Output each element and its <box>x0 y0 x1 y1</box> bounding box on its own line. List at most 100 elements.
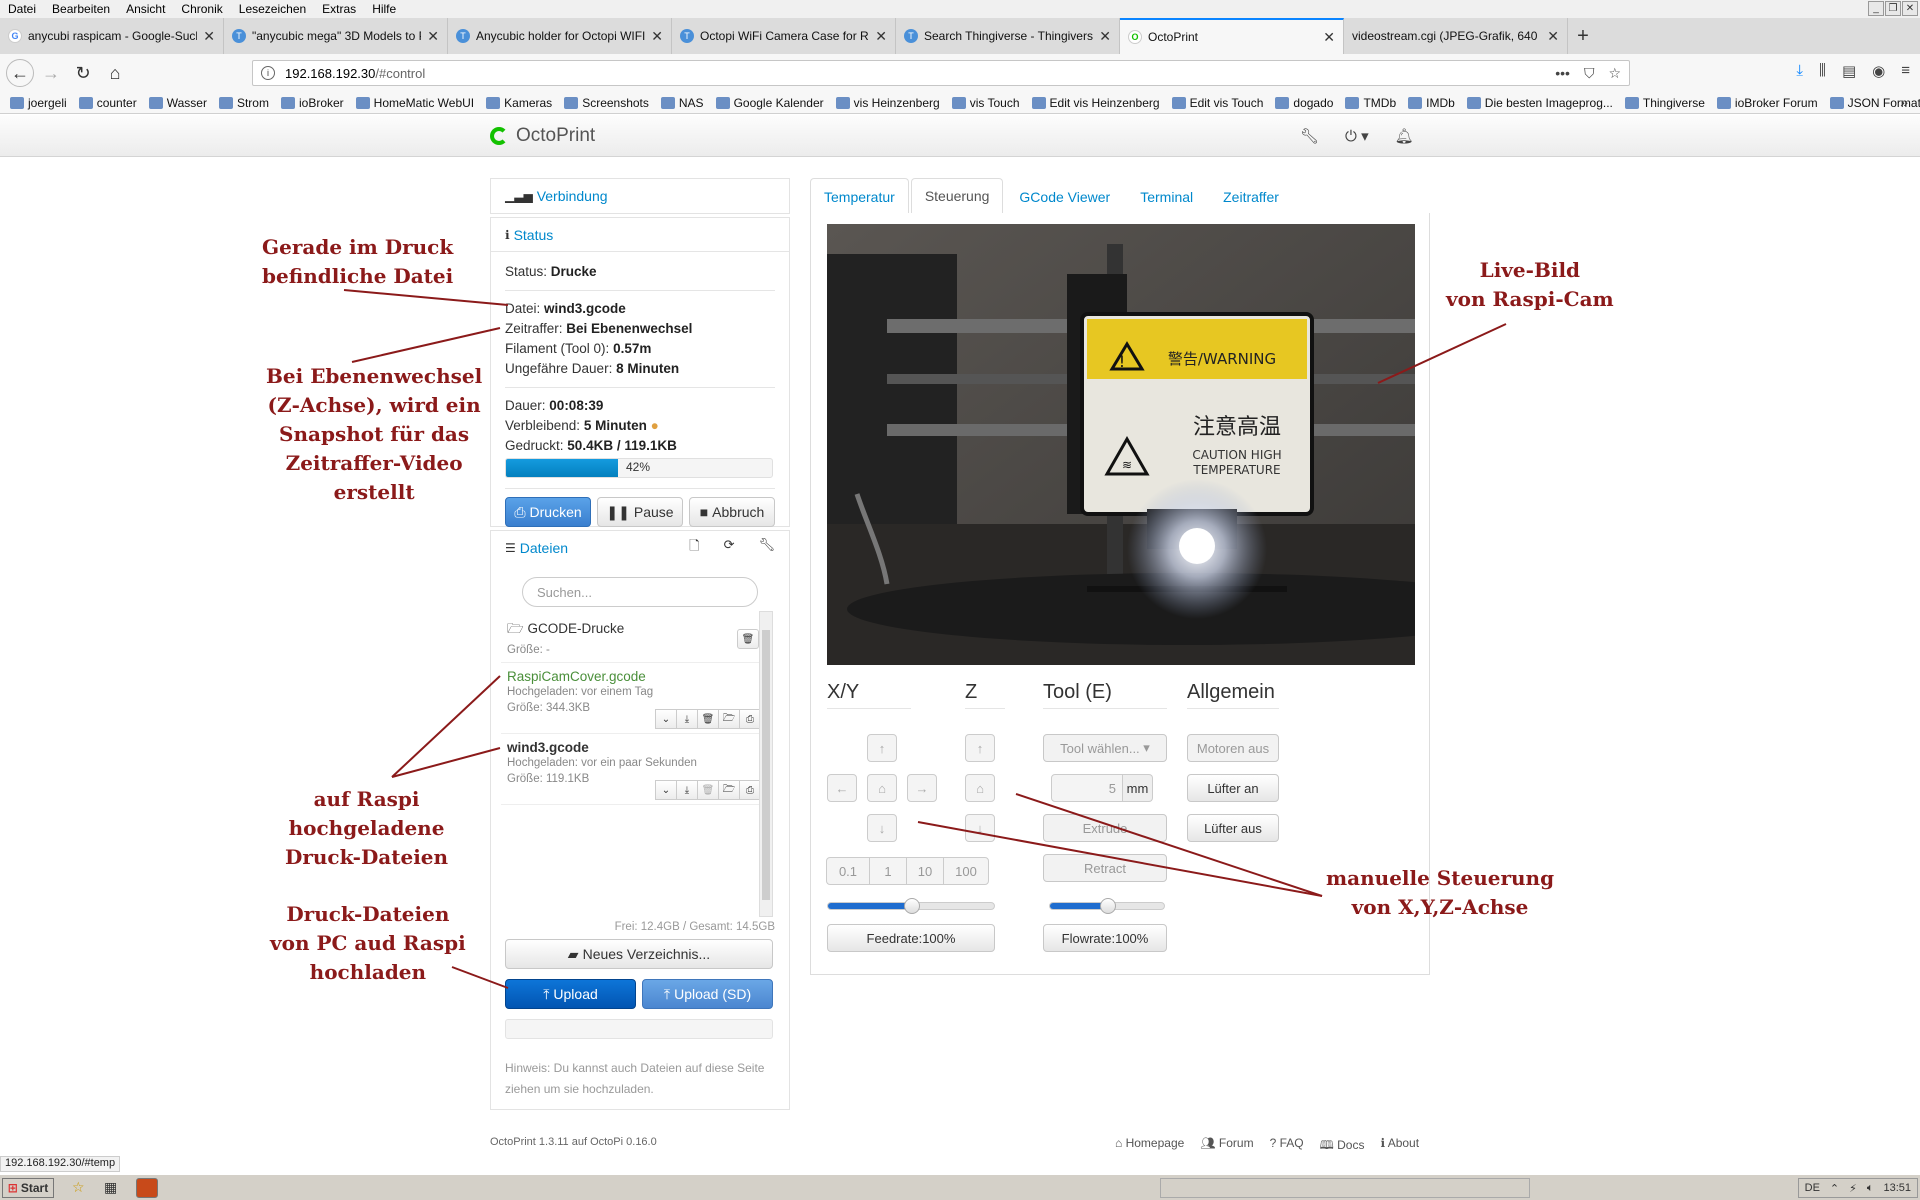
bookmark-item[interactable]: Edit vis Touch <box>1171 96 1263 110</box>
pause-button[interactable]: ❚❚ Pause <box>597 497 683 527</box>
jog-z-up-button[interactable]: ↑ <box>965 734 995 762</box>
bookmark-item[interactable]: Wasser <box>148 96 207 110</box>
download-icon[interactable]: ⤓ <box>1796 62 1803 80</box>
folder-item[interactable]: 🗁︎ GCODE-Drucke Größe: - 🗑︎ <box>501 613 765 663</box>
print-button[interactable]: ⎙ Drucken <box>505 497 591 527</box>
download-icon[interactable]: ⤓ <box>676 780 698 800</box>
firefox-taskbar-icon[interactable] <box>136 1178 158 1198</box>
language-indicator[interactable]: DE <box>1805 1182 1820 1194</box>
close-icon[interactable]: ✕ <box>1547 28 1559 45</box>
menu-view[interactable]: Ansicht <box>118 2 173 16</box>
sidebar-icon[interactable]: ▤ <box>1842 62 1856 80</box>
hamburger-menu-icon[interactable]: ≡ <box>1901 62 1910 80</box>
library-icon[interactable]: ⫼ <box>1819 62 1826 80</box>
tab-terminal[interactable]: Terminal <box>1126 178 1208 214</box>
bell-icon[interactable]: 🔔︎ <box>1395 127 1414 145</box>
file-item-wind3[interactable]: wind3.gcode Hochgeladen: vor ein paar Se… <box>501 734 765 805</box>
bookmark-item[interactable]: Edit vis Heinzenberg <box>1031 96 1160 110</box>
motors-off-button[interactable]: Motoren aus <box>1187 734 1279 762</box>
file-name[interactable]: wind3.gcode <box>507 740 759 755</box>
bookmark-item[interactable]: TMDb <box>1345 96 1396 110</box>
close-icon[interactable]: ✕ <box>1323 29 1335 46</box>
jog-x-left-button[interactable]: ← <box>827 774 857 802</box>
menu-tools[interactable]: Extras <box>314 2 364 16</box>
close-icon[interactable]: ✕ <box>203 28 215 45</box>
chevron-down-icon[interactable]: ⌄ <box>655 709 677 729</box>
feedrate-slider[interactable] <box>827 898 995 914</box>
step-0-1-button[interactable]: 0.1 <box>826 857 870 885</box>
tab-timelapse[interactable]: Zeitraffer <box>1209 178 1293 214</box>
menu-edit[interactable]: Bearbeiten <box>44 2 118 16</box>
extrude-amount-input[interactable]: 5 <box>1051 774 1123 802</box>
minimize-icon[interactable]: _ <box>1868 1 1884 16</box>
folder-open-icon[interactable]: 🗁︎ <box>718 709 740 729</box>
close-icon[interactable]: ✕ <box>875 28 887 45</box>
jog-x-right-button[interactable]: → <box>907 774 937 802</box>
connection-header[interactable]: ▁▃▅ Verbindung <box>491 179 789 213</box>
browser-tab-octoprint[interactable]: O OctoPrint ✕ <box>1120 18 1344 54</box>
restore-icon[interactable]: ❐ <box>1885 1 1901 16</box>
feedrate-button[interactable]: Feedrate:100% <box>827 924 995 952</box>
bookmark-item[interactable]: Google Kalender <box>715 96 824 110</box>
refresh-icon[interactable]: ⟳ <box>724 537 735 559</box>
menu-help[interactable]: Hilfe <box>364 2 404 16</box>
browser-tab-camera-case[interactable]: T Octopi WiFi Camera Case for Rasp ✕ <box>672 18 896 54</box>
new-folder-button[interactable]: ▰ Neues Verzeichnis... <box>505 939 773 969</box>
file-name[interactable]: RaspiCamCover.gcode <box>507 669 759 684</box>
feedrate-slider-handle[interactable] <box>904 898 920 914</box>
step-10-button[interactable]: 10 <box>906 857 944 885</box>
status-link[interactable]: Status <box>514 227 554 243</box>
close-icon[interactable]: ✕ <box>1099 28 1111 45</box>
home-z-button[interactable]: ⌂ <box>965 774 995 802</box>
fan-off-button[interactable]: Lüfter aus <box>1187 814 1279 842</box>
file-list-scrollbar[interactable] <box>759 611 773 917</box>
cancel-button[interactable]: ■ Abbruch <box>689 497 775 527</box>
bookmark-item[interactable]: NAS <box>660 96 704 110</box>
bookmark-item[interactable]: dogado <box>1275 96 1333 110</box>
browser-tab-search-thingiverse[interactable]: T Search Thingiverse - Thingiverse ✕ <box>896 18 1120 54</box>
info-icon[interactable]: i <box>261 66 275 80</box>
bookmark-item[interactable]: Die besten Imageprog... <box>1466 96 1613 110</box>
extrude-button[interactable]: Extrude <box>1043 814 1167 842</box>
step-100-button[interactable]: 100 <box>943 857 989 885</box>
connection-link[interactable]: Verbindung <box>537 188 608 204</box>
menu-bookmarks[interactable]: Lesezeichen <box>231 2 314 16</box>
power-icon[interactable]: ⏻ ▾ <box>1345 127 1369 145</box>
upload-sd-button[interactable]: ⤒ Upload (SD) <box>642 979 773 1009</box>
quicklaunch-app-icon[interactable]: ▦ <box>104 1179 117 1196</box>
bookmark-item[interactable]: vis Heinzenberg <box>835 96 940 110</box>
bookmark-item[interactable]: Kameras <box>486 96 552 110</box>
bookmark-item[interactable]: vis Touch <box>951 96 1020 110</box>
download-icon[interactable]: ⤓ <box>676 709 698 729</box>
address-bar[interactable]: i 192.168.192.30/#control ••• ⛉ ☆ <box>252 60 1630 86</box>
jog-z-down-button[interactable]: ↓ <box>965 814 995 842</box>
bookmark-item[interactable]: joergeli <box>10 96 67 110</box>
footer-forum-link[interactable]: 👥︎ Forum <box>1200 1136 1253 1157</box>
menu-file[interactable]: Datei <box>0 2 44 16</box>
jog-y-up-button[interactable]: ↑ <box>867 734 897 762</box>
bookmark-item[interactable]: HomeMatic WebUI <box>355 96 474 110</box>
bookmark-item[interactable]: ioBroker Forum <box>1716 96 1818 110</box>
upload-button[interactable]: ⤒ Upload <box>505 979 636 1009</box>
bookmark-item[interactable]: IMDb <box>1408 96 1455 110</box>
files-link[interactable]: Dateien <box>520 540 568 556</box>
flowrate-slider[interactable] <box>1049 898 1165 914</box>
close-window-icon[interactable]: ✕ <box>1902 1 1918 16</box>
tab-control[interactable]: Steuerung <box>910 178 1004 214</box>
footer-faq-link[interactable]: ? FAQ <box>1270 1136 1304 1157</box>
trash-icon[interactable]: 🗑︎ <box>737 629 759 649</box>
fan-on-button[interactable]: Lüfter an <box>1187 774 1279 802</box>
step-1-button[interactable]: 1 <box>869 857 907 885</box>
bookmark-item[interactable]: Screenshots <box>564 96 649 110</box>
flowrate-slider-handle[interactable] <box>1100 898 1116 914</box>
browser-tab-videostream[interactable]: videostream.cgi (JPEG-Grafik, 640 × 4 ✕ <box>1344 18 1568 54</box>
new-tab-icon[interactable]: + <box>1568 18 1598 54</box>
file-item-raspicamcover[interactable]: RaspiCamCover.gcode Hochgeladen: vor ein… <box>501 663 765 734</box>
file-new-icon[interactable]: 🗋︎ <box>689 537 699 559</box>
home-xy-button[interactable]: ⌂ <box>867 774 897 802</box>
footer-homepage-link[interactable]: ⌂ Homepage <box>1115 1136 1184 1157</box>
home-icon[interactable]: ⌂ <box>100 58 130 88</box>
file-search-input[interactable]: Suchen... <box>522 577 758 607</box>
account-icon[interactable]: ◉ <box>1872 62 1885 80</box>
forward-icon[interactable]: → <box>36 58 66 88</box>
